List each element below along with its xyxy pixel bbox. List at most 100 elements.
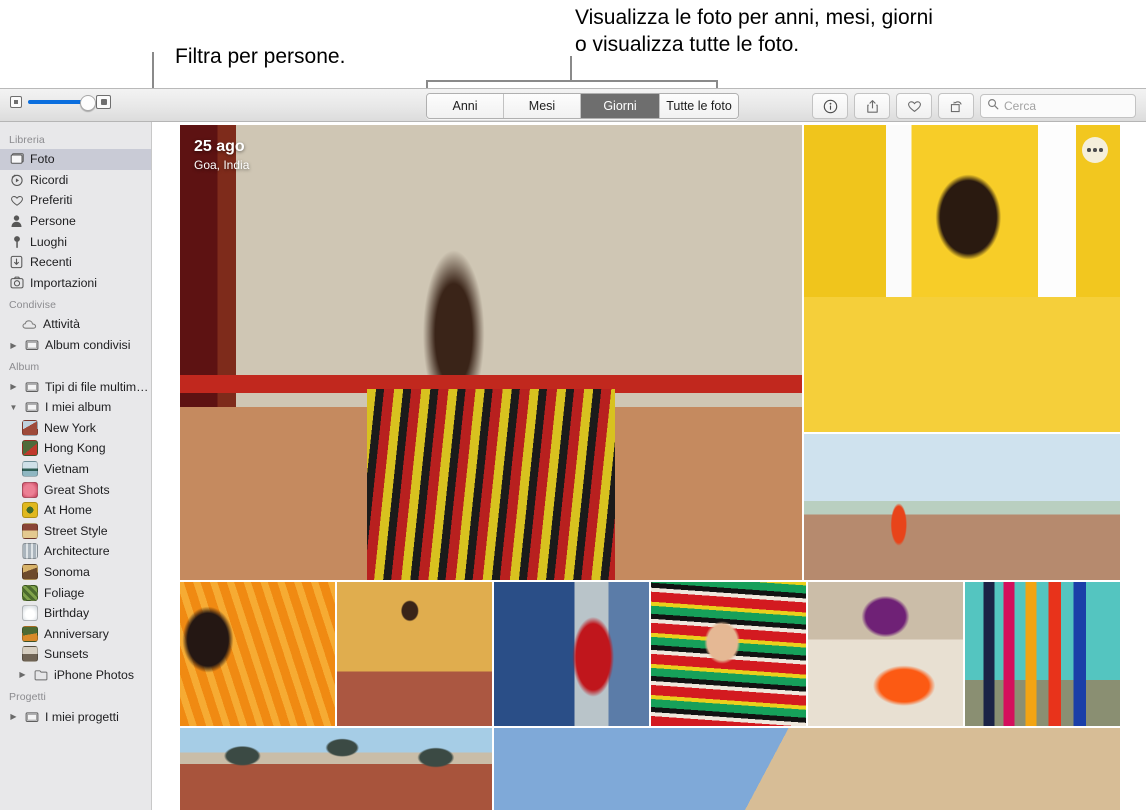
zoom-slider-knob[interactable] xyxy=(80,95,96,111)
tab-tutte-le-foto[interactable]: Tutte le foto xyxy=(660,94,738,118)
chevron-right-icon[interactable]: ▶ xyxy=(18,670,27,679)
sidebar-item-luoghi[interactable]: Luoghi xyxy=(0,231,151,252)
chevron-down-icon[interactable]: ▼ xyxy=(9,403,18,412)
sidebar-album-at-home[interactable]: At Home xyxy=(0,500,151,521)
photo-tile-man[interactable] xyxy=(804,125,1120,432)
chevron-right-icon[interactable]: ▶ xyxy=(9,712,18,721)
share-button[interactable] xyxy=(854,93,890,119)
album-thumbnail xyxy=(22,419,38,436)
sidebar-album-foliage[interactable]: Foliage xyxy=(0,582,151,603)
sidebar-item-album-condivisi[interactable]: ▶ Album condivisi xyxy=(0,335,151,356)
chevron-right-icon[interactable]: ▶ xyxy=(9,341,18,350)
folder-icon xyxy=(24,711,39,723)
photo-image xyxy=(180,582,335,726)
photo-tile-monument[interactable] xyxy=(180,728,492,810)
heart-icon xyxy=(9,194,24,207)
zoom-slider-track[interactable] xyxy=(28,95,96,111)
sidebar-album-sonoma[interactable]: Sonoma xyxy=(0,562,151,583)
album-thumbnail xyxy=(22,584,38,601)
sidebar-album-hong-kong[interactable]: Hong Kong xyxy=(0,438,151,459)
favorite-button[interactable] xyxy=(896,93,932,119)
info-icon xyxy=(823,99,838,114)
sidebar-item-label: Ricordi xyxy=(30,172,69,187)
tab-anni[interactable]: Anni xyxy=(427,94,504,118)
sidebar-section-album: Album xyxy=(9,361,40,374)
album-thumbnail xyxy=(22,563,38,580)
album-thumbnail xyxy=(22,461,38,478)
chevron-right-icon[interactable]: ▶ xyxy=(9,382,18,391)
more-options-icon[interactable] xyxy=(1082,137,1108,163)
sidebar-album-street-style[interactable]: Street Style xyxy=(0,521,151,542)
sidebar-album-new-york[interactable]: New York xyxy=(0,418,151,439)
sidebar-item-label: Foto xyxy=(30,152,55,167)
grid-large-icon[interactable] xyxy=(96,95,111,109)
photo-tile-laundry[interactable] xyxy=(965,582,1120,726)
memories-icon xyxy=(9,173,24,187)
sidebar-album-vietnam[interactable]: Vietnam xyxy=(0,459,151,480)
photo-image xyxy=(494,582,649,726)
sidebar-album-label: Anniversary xyxy=(44,626,109,641)
person-icon xyxy=(9,214,24,228)
photo-grid-area[interactable]: 25 ago Goa, India xyxy=(153,122,1146,810)
tab-giorni[interactable]: Giorni xyxy=(581,94,660,118)
cloud-icon xyxy=(22,319,37,330)
photos-app-window: Anni Mesi Giorni Tutte le foto Cerca Lib… xyxy=(0,88,1146,810)
sidebar-item-label: Tipi di file multimediali xyxy=(45,379,151,394)
sidebar-item-preferiti[interactable]: Preferiti xyxy=(0,190,151,211)
photo-image xyxy=(337,582,492,726)
sidebar-item-attivita[interactable]: Attività xyxy=(0,314,151,335)
sidebar-album-birthday[interactable]: Birthday xyxy=(0,603,151,624)
sidebar-album-label: Sunsets xyxy=(44,647,89,662)
import-icon xyxy=(9,276,24,289)
grid-small-icon[interactable] xyxy=(10,96,22,108)
photo-tile-feet[interactable] xyxy=(808,582,963,726)
sidebar-album-anniversary[interactable]: Anniversary xyxy=(0,623,151,644)
album-thumbnail xyxy=(22,481,38,498)
sidebar-item-persone[interactable]: Persone xyxy=(0,211,151,232)
sidebar-item-i-miei-album[interactable]: ▼ I miei album xyxy=(0,397,151,418)
sidebar-item-ricordi[interactable]: Ricordi xyxy=(0,170,151,191)
photo-tile-blue-wall[interactable] xyxy=(494,582,649,726)
sidebar-item-iphone-photos[interactable]: ▶ iPhone Photos xyxy=(0,665,151,686)
sidebar-item-label: Album condivisi xyxy=(45,338,131,353)
sidebar-album-sunsets[interactable]: Sunsets xyxy=(0,644,151,665)
download-icon xyxy=(9,255,24,269)
photo-image xyxy=(804,434,1120,580)
sidebar[interactable]: Libreria Foto Ricordi Preferiti Persone … xyxy=(0,122,152,810)
photo-image xyxy=(494,728,1120,810)
sidebar-item-i-miei-progetti[interactable]: ▶ I miei progetti xyxy=(0,706,151,727)
folder-icon xyxy=(33,669,48,681)
sidebar-album-architecture[interactable]: Architecture xyxy=(0,541,151,562)
sidebar-item-foto[interactable]: Foto xyxy=(0,149,151,170)
photo-image xyxy=(180,125,802,580)
search-field[interactable]: Cerca xyxy=(980,94,1136,118)
search-icon xyxy=(987,97,999,115)
dot xyxy=(1093,148,1097,152)
sidebar-album-label: Birthday xyxy=(44,606,90,621)
sidebar-album-label: Great Shots xyxy=(44,482,110,497)
sidebar-album-label: Architecture xyxy=(44,544,110,559)
view-mode-segmented-control[interactable]: Anni Mesi Giorni Tutte le foto xyxy=(426,93,739,119)
search-placeholder: Cerca xyxy=(1004,99,1037,113)
rotate-button[interactable] xyxy=(938,93,974,119)
sidebar-album-label: Sonoma xyxy=(44,564,90,579)
album-thumbnail xyxy=(22,646,38,663)
zoom-slider[interactable] xyxy=(10,95,111,111)
info-button[interactable] xyxy=(812,93,848,119)
photo-tile-orange-sari[interactable] xyxy=(180,582,335,726)
photo-tile-sky[interactable] xyxy=(494,728,1120,810)
sidebar-item-label: Attività xyxy=(43,317,80,332)
sidebar-item-tipi-file-multimediali[interactable]: ▶ Tipi di file multimediali xyxy=(0,376,151,397)
album-thumbnail xyxy=(22,625,38,642)
sidebar-item-importazioni[interactable]: Importazioni xyxy=(0,273,151,294)
callout-right-line2: o visualizza tutte le foto. xyxy=(575,33,800,56)
sidebar-item-recenti[interactable]: Recenti xyxy=(0,252,151,273)
share-icon xyxy=(865,99,880,114)
sidebar-album-great-shots[interactable]: Great Shots xyxy=(0,479,151,500)
photo-tile-hero[interactable]: 25 ago Goa, India xyxy=(180,125,802,580)
photo-tile-hand[interactable] xyxy=(651,582,806,726)
pin-icon xyxy=(9,235,24,249)
photo-tile-twirl[interactable] xyxy=(337,582,492,726)
photo-tile-tajwalk[interactable] xyxy=(804,434,1120,580)
tab-mesi[interactable]: Mesi xyxy=(504,94,581,118)
